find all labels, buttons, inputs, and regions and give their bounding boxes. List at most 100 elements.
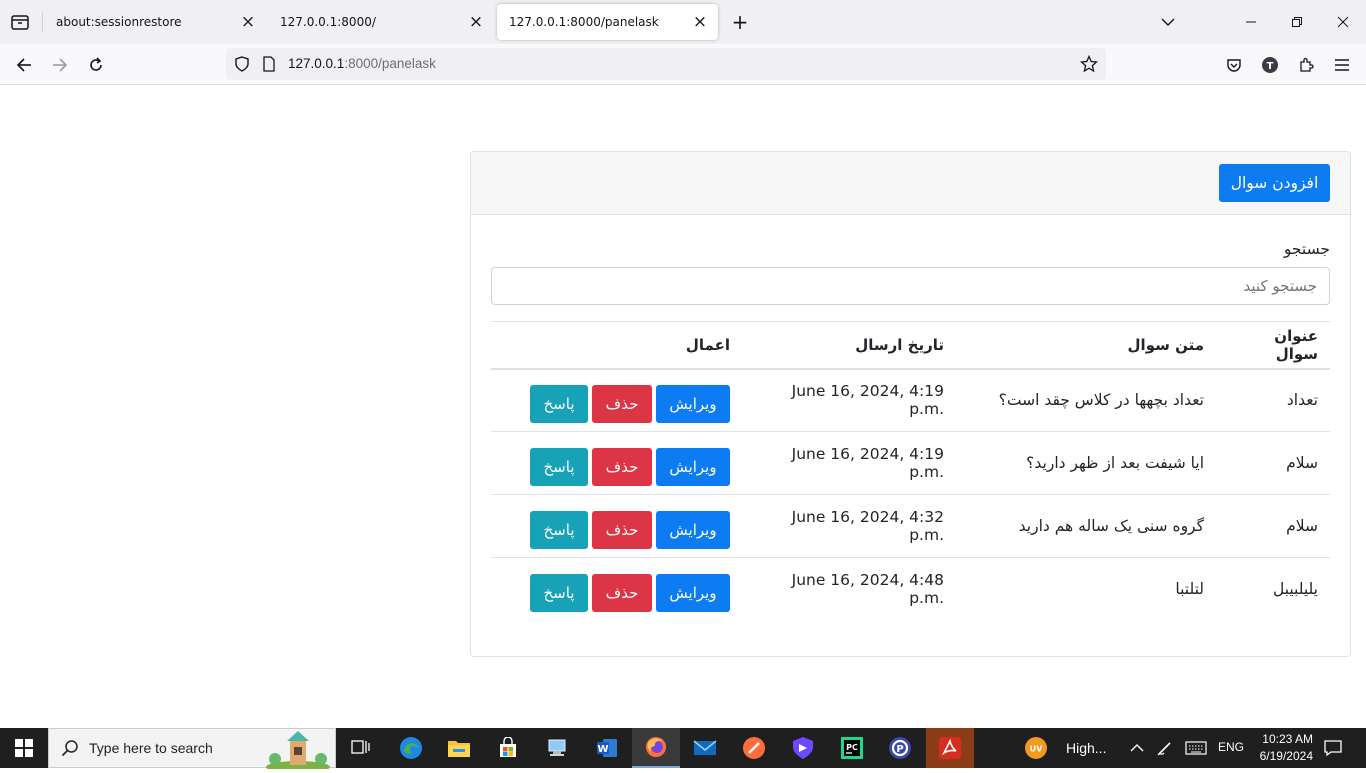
header-question-text: متن سوال [956, 321, 1216, 370]
question-date: June 16, 2024, 4:19 p.m. [742, 431, 956, 495]
vpn-shield-icon[interactable] [779, 728, 827, 768]
answer-button[interactable]: پاسخ [530, 574, 588, 613]
address-bar[interactable]: 127.0.0.1:8000/panelask [226, 48, 1106, 80]
pycharm-icon[interactable]: PC [828, 728, 876, 768]
question-text: لتلتبا [1175, 580, 1204, 599]
shield-icon[interactable] [234, 56, 250, 76]
account-avatar-icon[interactable]: T [1258, 53, 1282, 77]
touch-keyboard-icon[interactable] [1183, 728, 1209, 768]
edit-button[interactable]: ویرایش [656, 448, 730, 486]
mail-icon[interactable] [681, 728, 729, 768]
row-actions: ویرایش حذف پاسخ [491, 431, 742, 495]
input-language[interactable]: ENG [1218, 740, 1244, 754]
edit-button[interactable]: ویرایش [656, 511, 730, 549]
menu-icon[interactable] [1330, 53, 1354, 77]
tab-sessionrestore[interactable]: about:sessionrestore × [44, 4, 266, 40]
firefox-icon[interactable] [632, 728, 680, 768]
reload-icon[interactable] [84, 53, 108, 77]
edge-browser-icon[interactable] [387, 728, 435, 768]
close-tab-icon[interactable]: × [468, 14, 484, 31]
url-text[interactable]: 127.0.0.1:8000/panelask [288, 56, 436, 71]
acrobat-reader-icon[interactable] [926, 728, 974, 768]
table-row: سلام گروه سنی یک ساله هم دارید June 16, … [491, 494, 1330, 558]
svg-text:P: P [896, 744, 903, 755]
forward-icon[interactable] [48, 53, 72, 77]
task-view-icon[interactable] [336, 728, 384, 768]
tab-title: about:sessionrestore [56, 15, 182, 29]
answer-button[interactable]: پاسخ [530, 448, 588, 486]
table-row: سلام ایا شیفت بعد از ظهر دارید؟ June 16,… [491, 431, 1330, 495]
windows-taskbar: Type here to search W PC P UV High... EN… [0, 728, 1366, 773]
pen-workspace-icon[interactable] [1154, 728, 1176, 768]
questions-card: افزودن سوال جستجو عنوان سوال متن سوال تا… [470, 151, 1351, 657]
weather-text[interactable]: High... [1066, 740, 1106, 756]
page-icon[interactable] [262, 56, 276, 76]
extensions-icon[interactable] [1294, 53, 1318, 77]
notifications-icon[interactable] [1318, 728, 1348, 768]
delete-button[interactable]: حذف [592, 448, 652, 486]
delete-button[interactable]: حذف [592, 574, 652, 613]
word-icon[interactable]: W [583, 728, 631, 768]
back-icon[interactable] [12, 53, 36, 77]
list-all-tabs-icon[interactable] [1156, 10, 1180, 34]
question-text: گروه سنی یک ساله هم دارید [956, 494, 1216, 558]
question-title: یلیلبیبل [1272, 580, 1318, 599]
weather-uv-icon[interactable]: UV [1024, 728, 1048, 768]
close-tab-icon[interactable]: × [240, 14, 256, 31]
browser-tab-strip: about:sessionrestore × 127.0.0.1:8000/ ×… [0, 0, 1366, 44]
remote-desktop-icon[interactable] [534, 728, 582, 768]
table-row: یلیلبیبل لتلتبا June 16, 2024, 4:48 p.m.… [491, 558, 1330, 621]
add-question-button[interactable]: افزودن سوال [1219, 164, 1330, 202]
question-title: تعداد [1216, 368, 1330, 432]
restore-icon[interactable] [1285, 10, 1309, 34]
delete-button[interactable]: حذف [592, 511, 652, 549]
taskbar-search-placeholder: Type here to search [89, 740, 213, 756]
tab-list-icon[interactable] [10, 12, 30, 32]
new-tab-icon[interactable]: + [729, 11, 751, 33]
dataspell-style-app-icon[interactable]: P [876, 728, 924, 768]
close-window-icon[interactable] [1331, 10, 1355, 34]
clock-time[interactable]: 10:23 AM [1253, 732, 1313, 746]
minimize-icon[interactable] [1239, 10, 1263, 34]
question-title: سلام [1216, 431, 1330, 495]
file-explorer-icon[interactable] [435, 728, 483, 768]
table-header-row: عنوان سوال متن سوال تاریخ ارسال اعمال [491, 321, 1330, 370]
tab-separator [42, 12, 43, 32]
tab-title: 127.0.0.1:8000/ [280, 15, 376, 29]
search-input[interactable] [491, 267, 1330, 305]
search-highlight-illustration-icon [263, 729, 333, 773]
card-header: افزودن سوال [471, 152, 1350, 215]
clock-date[interactable]: 6/19/2024 [1253, 749, 1313, 763]
weather-badge: UV [1030, 745, 1043, 754]
tab-home[interactable]: 127.0.0.1:8000/ × [268, 4, 494, 40]
question-date: June 16, 2024, 4:19 p.m. [742, 368, 956, 432]
svg-text:T: T [1267, 61, 1274, 72]
question-text: ایا شیفت بعد از ظهر دارید؟ [956, 431, 1216, 495]
question-date: June 16, 2024, 4:48 p.m. [791, 571, 944, 608]
tab-panelask[interactable]: 127.0.0.1:8000/panelask × [497, 4, 718, 40]
url-host: 127.0.0.1 [288, 56, 345, 71]
question-title: سلام [1216, 494, 1330, 558]
answer-button[interactable]: پاسخ [530, 511, 588, 549]
windows-start-icon[interactable] [0, 728, 48, 768]
url-path: :8000/panelask [344, 56, 436, 71]
edit-button[interactable]: ویرایش [656, 574, 730, 613]
row-actions: ویرایش حذف پاسخ [491, 558, 742, 621]
close-tab-icon[interactable]: × [692, 14, 708, 31]
sublime-style-pen-app-icon[interactable] [730, 728, 778, 768]
edit-button[interactable]: ویرایش [656, 385, 730, 424]
questions-table: عنوان سوال متن سوال تاریخ ارسال اعمال تع… [491, 321, 1330, 621]
answer-button[interactable]: پاسخ [530, 385, 588, 424]
chevron-up-icon[interactable] [1126, 728, 1148, 768]
delete-button[interactable]: حذف [592, 385, 652, 424]
header-actions: اعمال [491, 321, 742, 370]
microsoft-store-icon[interactable] [484, 728, 532, 768]
header-question-title: عنوان سوال [1216, 321, 1330, 370]
svg-text:PC: PC [846, 743, 858, 752]
table-row: تعداد تعداد بچهها در کلاس چقد است؟ June … [491, 368, 1330, 432]
taskbar-search-box[interactable]: Type here to search [48, 728, 336, 773]
bookmark-star-icon[interactable] [1079, 54, 1099, 77]
search-icon [61, 739, 79, 761]
pocket-icon[interactable] [1222, 53, 1246, 77]
header-send-date: تاریخ ارسال [742, 321, 956, 370]
